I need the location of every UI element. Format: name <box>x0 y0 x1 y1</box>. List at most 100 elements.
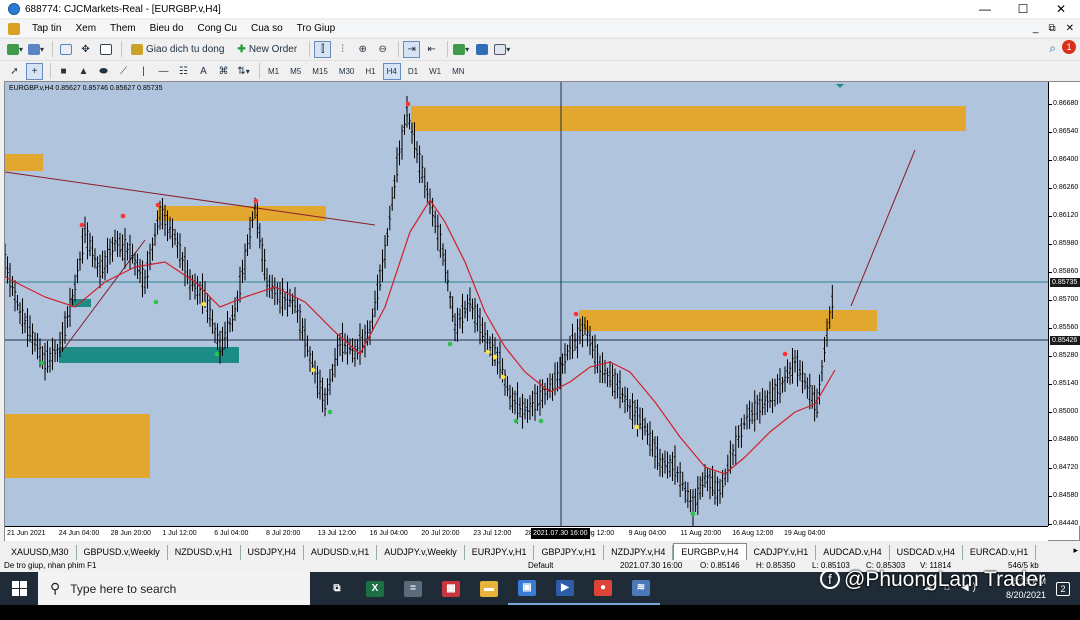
taskbar-excel-button[interactable]: X <box>356 572 394 605</box>
search-icon[interactable]: ⌕ <box>1049 41 1056 56</box>
rectangle-tool-button[interactable]: ■ <box>55 63 72 80</box>
candlestick-button[interactable]: ⫶ <box>334 41 351 58</box>
chart-tab[interactable]: NZDJPY.v,H4 <box>604 545 674 560</box>
chart-tab[interactable]: EURCAD.v,H1 <box>963 545 1037 560</box>
mdi-restore-button[interactable]: ⧉ <box>1048 20 1055 37</box>
menu-charts[interactable]: Bieu do <box>143 23 191 34</box>
chart-tab[interactable]: AUDJPY.v,Weekly <box>377 545 465 560</box>
price-tick <box>1049 272 1052 273</box>
horizontal-line-tool-button[interactable]: — <box>155 63 172 80</box>
templates-button[interactable]: ▾ <box>493 41 511 58</box>
timeframe-bar: M1 M5 M15 M30 H1 H4 D1 W1 MN <box>264 62 472 80</box>
notification-badge[interactable]: 1 <box>1062 40 1076 54</box>
chart-menu-icon[interactable] <box>8 22 20 35</box>
chart-tab[interactable]: NZDUSD.v,H1 <box>168 545 241 560</box>
store-icon: ▣ <box>518 579 536 596</box>
triangle-icon: ▲ <box>78 65 89 77</box>
timeframe-m30-button[interactable]: M30 <box>335 63 359 80</box>
menu-insert[interactable]: Them <box>103 23 143 34</box>
supply-zone <box>5 154 43 171</box>
menu-view[interactable]: Xem <box>68 23 103 34</box>
menu-bar: Tap tin Xem Them Bieu do Cong Cu Cua so … <box>0 20 1080 37</box>
chart-tab[interactable]: CADJPY.v,H1 <box>747 545 817 560</box>
timeframe-m15-button[interactable]: M15 <box>308 63 332 80</box>
close-button[interactable]: ✕ <box>1042 0 1080 18</box>
crosshair-tool-button[interactable]: + <box>26 62 43 80</box>
ellipse-tool-button[interactable]: ⬬ <box>95 63 112 80</box>
price-label: 0.85000 <box>1053 408 1079 415</box>
timeframe-mn-button[interactable]: MN <box>448 63 468 80</box>
chart-tab[interactable]: EURJPY.v,H1 <box>465 545 535 560</box>
indicators-button[interactable]: ▾ <box>452 41 470 58</box>
data-window-button[interactable]: ✥ <box>77 41 94 58</box>
window-title: 688774: CJCMarkets-Real - [EURGBP.v,H4] <box>25 3 221 15</box>
timeframe-d1-button[interactable]: D1 <box>404 63 422 80</box>
minimize-button[interactable]: — <box>966 0 1004 18</box>
price-tick <box>1049 132 1052 133</box>
new-order-button[interactable]: ✚ New Order <box>232 41 302 58</box>
chart-tab[interactable]: USDCAD.v,H4 <box>890 545 963 560</box>
zoom-out-button[interactable]: ⊖ <box>374 41 391 58</box>
tile-windows-button[interactable] <box>473 41 490 58</box>
start-button[interactable] <box>0 572 38 605</box>
triangle-tool-button[interactable]: ▲ <box>75 63 92 80</box>
price-chart-canvas[interactable] <box>5 82 1048 526</box>
chart-shift-button[interactable]: ⇤ <box>423 41 440 58</box>
price-tick <box>1049 328 1052 329</box>
chart-tab[interactable]: GBPJPY.v,H1 <box>534 545 605 560</box>
action-center-icon[interactable]: 2 <box>1056 582 1070 596</box>
new-chart-button[interactable]: ▾ <box>6 41 24 58</box>
timeframe-h1-button[interactable]: H1 <box>361 63 379 80</box>
vertical-line-tool-button[interactable]: | <box>135 63 152 80</box>
toolbar-divider <box>52 41 54 57</box>
taskbar-chrome-button[interactable]: ● <box>584 572 622 605</box>
autotrading-button[interactable]: Giao dich tu dong <box>126 41 229 58</box>
zoom-in-button[interactable]: ⊕ <box>354 41 371 58</box>
taskbar-metatrader-button[interactable]: ≋ <box>622 572 660 605</box>
menu-window[interactable]: Cua so <box>244 23 290 34</box>
chart-tab[interactable]: USDJPY,H4 <box>241 545 304 560</box>
chart-tab[interactable]: AUDUSD.v,H1 <box>304 545 378 560</box>
menu-help[interactable]: Tro Giup <box>290 23 343 34</box>
label-tool-button[interactable]: ⌘ <box>215 63 232 80</box>
time-axis[interactable]: 21 Jun 2021 24 Jun 04:00 28 Jun 20:00 1 Jul… <box>5 526 1048 541</box>
timeframe-m1-button[interactable]: M1 <box>264 63 283 80</box>
fractal-marker <box>155 202 161 208</box>
price-chart[interactable]: EURGBP.v,H4 0.85627 0.85746 0.85627 0.85… <box>5 82 1048 526</box>
timeframe-w1-button[interactable]: W1 <box>425 63 445 80</box>
taskbar-search[interactable]: ⚲ Type here to search <box>38 572 310 605</box>
auto-scroll-button[interactable]: ⇥ <box>403 40 421 58</box>
timeframe-m5-button[interactable]: M5 <box>286 63 305 80</box>
taskbar-media-button[interactable]: ▶ <box>546 572 584 605</box>
chart-tab[interactable]: EURGBP.v,H4 <box>673 543 747 560</box>
profiles-button[interactable]: ▾ <box>27 41 45 58</box>
cursor-tool-button[interactable]: ➚ <box>6 63 23 80</box>
taskbar-calculator-button[interactable]: = <box>394 572 432 605</box>
fibonacci-tool-button[interactable]: ☷ <box>175 63 192 80</box>
timeframe-h4-button[interactable]: H4 <box>382 62 401 80</box>
menu-tools[interactable]: Cong Cu <box>191 23 244 34</box>
taskbar-file-explorer-button[interactable]: ▬ <box>470 572 508 605</box>
mdi-close-button[interactable]: ✕ <box>1066 20 1074 37</box>
tab-scroll-right-icon[interactable]: ▸ <box>1073 545 1078 556</box>
arrows-icon: ⇅ <box>237 65 246 77</box>
chart-tab[interactable]: GBPUSD.v,Weekly <box>77 545 168 560</box>
fibonacci-icon: ☷ <box>179 65 188 77</box>
task-view-icon: ⧉ <box>328 580 346 597</box>
maximize-button[interactable]: ☐ <box>1004 0 1042 18</box>
taskbar-app-grid-button[interactable]: ▦ <box>432 572 470 605</box>
menu-file[interactable]: Tap tin <box>25 23 68 34</box>
taskbar-task-view-button[interactable]: ⧉ <box>318 572 356 605</box>
price-axis[interactable]: 0.86680 0.86540 0.86400 0.86260 0.86120 0.859… <box>1048 82 1080 527</box>
taskbar-store-button[interactable]: ▣ <box>508 572 546 605</box>
text-tool-button[interactable]: A <box>195 63 212 80</box>
market-watch-button[interactable] <box>57 41 74 58</box>
chart-tab[interactable]: AUDCAD.v,H4 <box>816 545 890 560</box>
arrows-tool-button[interactable]: ⇅ ▾ <box>235 63 252 80</box>
mdi-minimize-button[interactable]: _ <box>1033 20 1039 37</box>
trendline-tool-button[interactable]: ⟋ <box>115 63 132 80</box>
navigator-button[interactable] <box>97 41 114 58</box>
bar-chart-button[interactable]: ⫿ <box>314 40 332 58</box>
chart-tab[interactable]: XAUUSD,M30 <box>4 545 77 560</box>
fractal-marker <box>500 374 506 380</box>
